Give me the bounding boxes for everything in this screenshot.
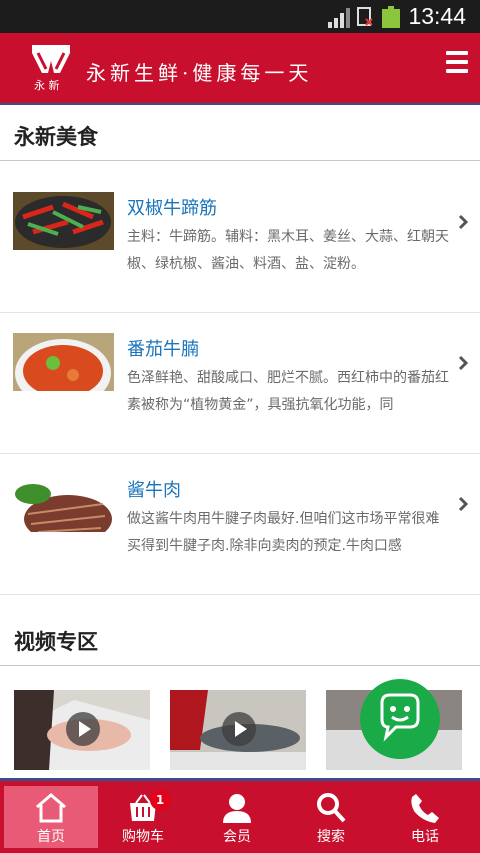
nav-cart[interactable]: 1 购物车 xyxy=(96,786,190,848)
app-header: 永 新 永新生鲜·健康每一天 xyxy=(0,33,480,105)
signal-icon xyxy=(328,8,350,28)
food-thumbnail xyxy=(13,192,114,250)
food-description: 做这酱牛肉用牛腱子肉最好.但咱们这市场平常很难买得到牛腱子肉.除非向卖肉的预定.… xyxy=(127,511,440,554)
food-list-item[interactable]: 酱牛肉 做这酱牛肉用牛腱子肉最好.但咱们这市场平常很难买得到牛腱子肉.除非向卖肉… xyxy=(0,454,480,595)
food-thumbnail xyxy=(13,474,114,532)
battery-icon xyxy=(382,6,400,28)
chevron-right-icon xyxy=(458,496,468,512)
video-thumbnail[interactable] xyxy=(170,690,306,770)
food-name: 酱牛肉 xyxy=(127,480,181,501)
home-icon xyxy=(36,793,66,823)
food-description: 色泽鲜艳、甜酸咸口、肥烂不腻。西红柿中的番茄红素被称为“植物黄金”，具强抗氧化功… xyxy=(127,370,449,413)
food-name: 双椒牛蹄筋 xyxy=(127,198,217,219)
user-icon xyxy=(223,794,251,823)
section-video-title: 视频专区 xyxy=(0,612,480,666)
status-time: 13:44 xyxy=(408,3,466,29)
nav-home[interactable]: 首页 xyxy=(4,786,98,848)
video-thumbnail[interactable] xyxy=(14,690,150,770)
food-name: 番茄牛腩 xyxy=(127,339,199,360)
nav-member[interactable]: 会员 xyxy=(190,786,284,848)
no-sim-icon xyxy=(357,7,373,26)
food-list-item[interactable]: 番茄牛腩 色泽鲜艳、甜酸咸口、肥烂不腻。西红柿中的番茄红素被称为“植物黄金”，具… xyxy=(0,313,480,454)
section-video-title-text: 视频专区 xyxy=(14,630,98,654)
header-slogan: 永新生鲜·健康每一天 xyxy=(86,61,313,85)
nav-member-label: 会员 xyxy=(223,829,251,845)
nav-phone[interactable]: 电话 xyxy=(378,786,472,848)
chevron-right-icon xyxy=(458,355,468,371)
status-bar: 13:44 xyxy=(0,0,480,33)
search-icon xyxy=(317,793,346,823)
logo-text: 永 新 xyxy=(34,78,60,92)
cart-badge: 1 xyxy=(150,790,170,810)
phone-icon xyxy=(411,794,439,823)
bottom-nav: 首页 1 购物车 会员 搜索 电话 xyxy=(0,778,480,853)
nav-phone-label: 电话 xyxy=(411,829,439,845)
wechat-chat-button[interactable] xyxy=(360,679,440,759)
play-icon[interactable] xyxy=(66,712,100,746)
nav-search-label: 搜索 xyxy=(317,829,345,845)
nav-search[interactable]: 搜索 xyxy=(284,786,378,848)
section-food-title: 永新美食 xyxy=(0,107,480,161)
section-food-title-text: 永新美食 xyxy=(14,125,98,149)
nav-home-label: 首页 xyxy=(37,829,65,845)
food-thumbnail xyxy=(13,333,114,391)
food-description: 主料：牛蹄筋。辅料：黑木耳、姜丝、大蒜、红朝天椒、绿杭椒、酱油、料酒、盐、淀粉。 xyxy=(127,229,449,272)
play-icon[interactable] xyxy=(222,712,256,746)
food-list-item[interactable]: 双椒牛蹄筋 主料：牛蹄筋。辅料：黑木耳、姜丝、大蒜、红朝天椒、绿杭椒、酱油、料酒… xyxy=(0,172,480,313)
menu-icon[interactable] xyxy=(446,51,468,73)
wechat-icon xyxy=(380,693,420,742)
brand-logo[interactable]: 永 新 xyxy=(30,43,72,93)
chevron-right-icon xyxy=(458,214,468,230)
nav-cart-label: 购物车 xyxy=(122,829,164,845)
